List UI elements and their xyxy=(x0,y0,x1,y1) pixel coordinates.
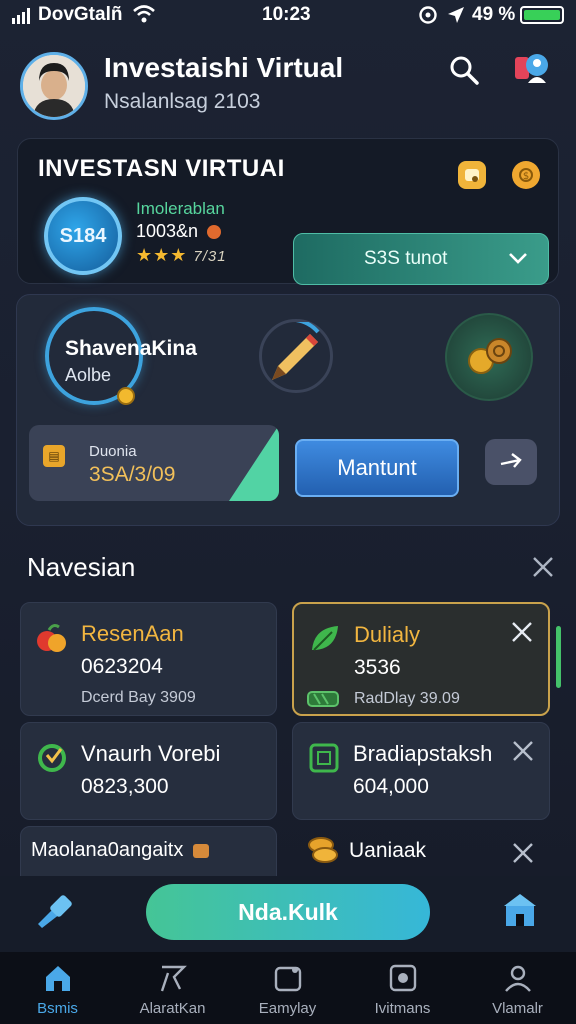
tile-title: Dulialy xyxy=(354,622,421,647)
list-item[interactable]: Dulialy 3536 RadDlay 39.09 xyxy=(292,602,550,716)
tab-label: AlaratKan xyxy=(139,1000,206,1017)
tile-title: Vnaurh Vorebi xyxy=(81,741,221,766)
summary-heading: INVESTASN VIRTUAI xyxy=(38,155,285,182)
tile-value: 3536 xyxy=(354,656,401,679)
tile-title: Bradiapstaksh xyxy=(353,741,493,766)
tile-title: Uaniaak xyxy=(349,839,427,862)
coins-icon xyxy=(303,833,341,872)
battery-percent: 49 % xyxy=(472,4,516,25)
tile-meta: RadDlay 39.09 xyxy=(354,690,460,707)
tab-cards[interactable]: Eamylay xyxy=(230,952,345,1024)
battery-icon xyxy=(520,6,564,24)
list-item[interactable]: Vnaurh Vorebi 0823,300 xyxy=(20,722,277,820)
profile-name: ShavenaKina xyxy=(65,337,197,360)
summary-label: Imolerablan xyxy=(136,199,225,218)
duration-value: 3SA/3/09 xyxy=(89,463,176,486)
status-bar: DovGtalñ 10:23 49 % xyxy=(0,0,576,30)
tab-alerts[interactable]: AlaratKan xyxy=(115,952,230,1024)
page-title: Investaishi Virtual xyxy=(104,52,344,83)
card-icon xyxy=(272,962,304,994)
tile-title: Maolana0angaitx xyxy=(31,839,209,862)
profile-card: ShavenaKina Aolbe ▤ Duonia 3SA/3/09 Mant… xyxy=(16,294,560,526)
trend-button[interactable] xyxy=(485,439,537,485)
scrollbar[interactable] xyxy=(556,626,561,688)
tab-home[interactable]: Bsmis xyxy=(0,952,115,1024)
leaf-icon xyxy=(308,622,342,656)
user-icon xyxy=(502,962,534,994)
primary-button[interactable]: Mantunt xyxy=(295,439,459,497)
tile-value: 604,000 xyxy=(353,775,429,798)
target-icon xyxy=(387,962,419,994)
refresh-icon xyxy=(35,741,69,775)
clock: 10:23 xyxy=(262,4,311,25)
coin-icon[interactable]: $ xyxy=(512,161,540,189)
list-item[interactable]: Bradiapstaksh 604,000 xyxy=(292,722,550,820)
avatar[interactable] xyxy=(20,52,88,120)
apple-icon xyxy=(35,621,69,655)
tab-bar: Bsmis AlaratKan Eamylay Ivitmans Vlamalr xyxy=(0,952,576,1024)
tab-label: Ivitmans xyxy=(374,1000,431,1017)
period-select-label: S3S tunot xyxy=(364,248,448,269)
location-icon xyxy=(446,5,466,31)
tab-investments[interactable]: Ivitmans xyxy=(345,952,460,1024)
wallet-icon[interactable] xyxy=(458,161,486,189)
main-action-button[interactable]: Nda.Kulk xyxy=(146,884,430,940)
close-icon[interactable] xyxy=(511,841,535,870)
svg-text:$: $ xyxy=(523,171,529,182)
edit-icon[interactable] xyxy=(259,318,333,393)
status-dot-icon xyxy=(117,387,135,405)
home-icon xyxy=(42,962,74,994)
wifi-icon xyxy=(132,4,156,30)
alarm-icon xyxy=(418,5,438,31)
profile-bubble-icon[interactable] xyxy=(512,48,552,88)
calendar-icon: ▤ xyxy=(43,445,65,467)
tab-label: Eamylay xyxy=(258,1000,317,1017)
duration-label: Duonia xyxy=(89,443,137,460)
tab-label: Vlamalr xyxy=(492,1000,543,1017)
section-title: Navesian xyxy=(27,552,136,582)
list-item[interactable]: ResenAan 0623204 Dcerd Bay 3909 xyxy=(20,602,277,716)
close-icon[interactable] xyxy=(511,739,535,768)
carrier-label: DovGtalñ xyxy=(38,4,123,25)
close-icon[interactable] xyxy=(510,620,534,649)
duration-box: ▤ Duonia 3SA/3/09 xyxy=(29,425,279,501)
chevron-down-icon xyxy=(506,246,530,276)
tab-profile[interactable]: Vlamalr xyxy=(460,952,575,1024)
tab-label: Bsmis xyxy=(37,1000,78,1017)
rating-stars: ★★★ 7/31 xyxy=(136,245,227,265)
search-icon[interactable] xyxy=(444,50,484,90)
tile-title: ResenAan xyxy=(81,621,184,646)
summary-amount: 1003&n xyxy=(136,221,222,242)
close-icon[interactable] xyxy=(530,554,556,585)
summary-card: INVESTASN VIRTUAI $ S184 Imolerablan 100… xyxy=(17,138,559,285)
coins-icon[interactable] xyxy=(445,313,533,401)
vehicle-icon xyxy=(306,686,340,715)
page-subtitle: Nsalanlsag 2103 xyxy=(104,90,261,113)
flag-icon xyxy=(157,962,189,994)
arrow-icon xyxy=(498,450,524,475)
shop-icon[interactable] xyxy=(500,890,540,935)
square-icon xyxy=(307,741,341,775)
profile-sub: Aolbe xyxy=(65,365,112,385)
signal-icon xyxy=(12,8,32,24)
stack-icon xyxy=(192,843,209,858)
tile-value: 0623204 xyxy=(81,655,163,678)
flashlight-icon[interactable] xyxy=(34,890,78,939)
tile-meta: Dcerd Bay 3909 xyxy=(81,689,196,706)
score-badge: S184 xyxy=(44,197,122,275)
period-select[interactable]: S3S tunot xyxy=(293,233,549,285)
tile-value: 0823,300 xyxy=(81,775,169,798)
flame-icon xyxy=(207,225,222,240)
